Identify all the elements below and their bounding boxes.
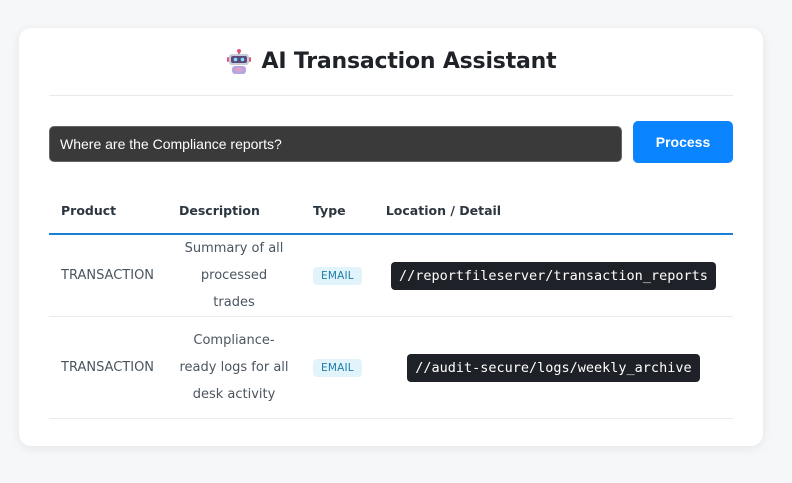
cell-description: Compliance-ready logs for all desk activ…: [167, 316, 301, 419]
type-badge: EMAIL: [313, 358, 362, 377]
results-table: Product Description Type Location / Deta…: [49, 188, 733, 419]
column-header-description: Description: [167, 188, 301, 235]
column-header-location: Location / Detail: [373, 188, 733, 235]
table-header-row: Product Description Type Location / Deta…: [49, 188, 733, 235]
location-path[interactable]: //reportfileserver/transaction_reports: [390, 261, 716, 290]
robot-icon: [226, 48, 252, 75]
assistant-card: AI Transaction Assistant Process Product…: [19, 28, 763, 446]
column-header-product: Product: [49, 188, 167, 235]
page-title: AI Transaction Assistant: [261, 49, 557, 74]
table-row: TRANSACTION Compliance-ready logs for al…: [49, 316, 733, 419]
query-input[interactable]: [49, 126, 622, 162]
cell-location: //reportfileserver/transaction_reports: [373, 234, 733, 317]
cell-description: Summary of all processed trades: [167, 234, 301, 317]
cell-location: //audit-secure/logs/weekly_archive: [373, 316, 733, 419]
cell-type: EMAIL: [301, 316, 374, 419]
type-badge: EMAIL: [313, 266, 362, 285]
cell-product: TRANSACTION: [49, 316, 167, 419]
column-header-type: Type: [301, 188, 374, 235]
table-row: TRANSACTION Summary of all processed tra…: [49, 234, 733, 317]
cell-type: EMAIL: [301, 234, 374, 317]
location-path[interactable]: //audit-secure/logs/weekly_archive: [407, 353, 700, 382]
card-header: AI Transaction Assistant: [49, 28, 733, 96]
cell-product: TRANSACTION: [49, 234, 167, 317]
query-row: Process: [49, 121, 733, 163]
process-button[interactable]: Process: [633, 121, 733, 163]
